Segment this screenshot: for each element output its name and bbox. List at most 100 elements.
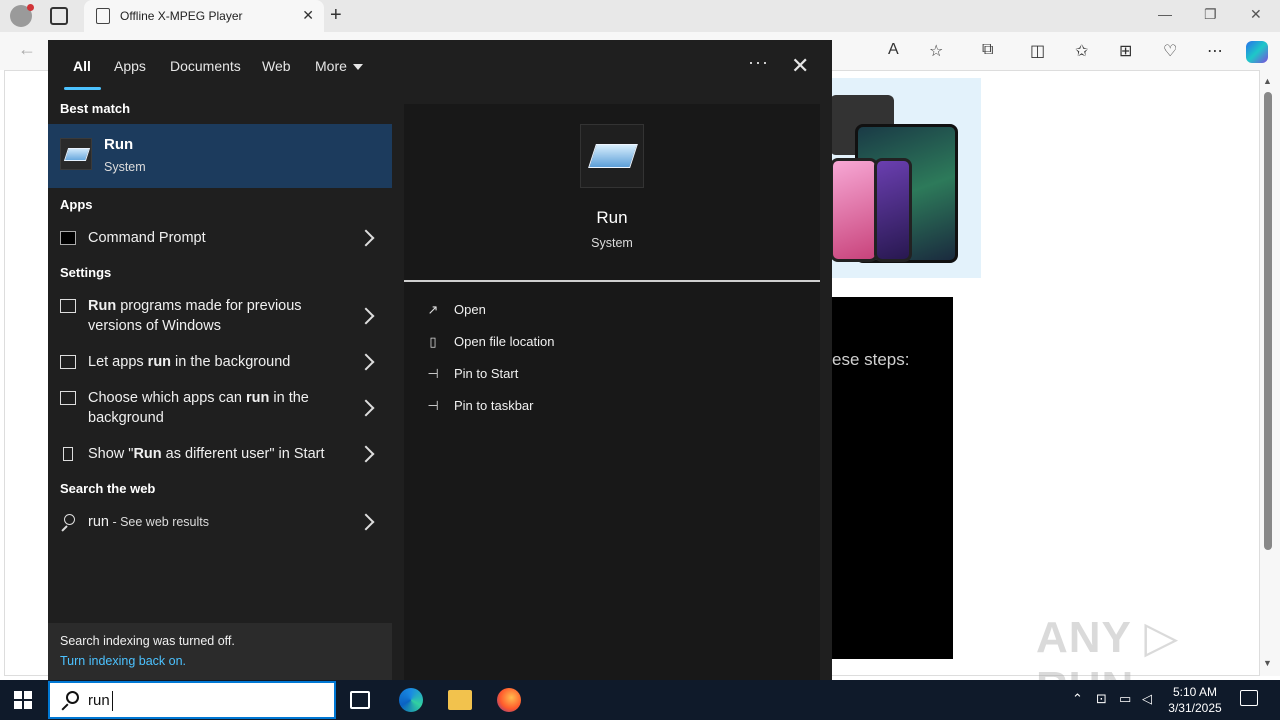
read-aloud-icon[interactable]: A xyxy=(888,41,899,59)
file-location-icon: ▯ xyxy=(429,334,437,349)
chevron-right-icon[interactable] xyxy=(357,445,375,463)
chevron-right-icon[interactable] xyxy=(357,229,375,247)
firefox-icon[interactable] xyxy=(497,688,521,712)
android-phone-image xyxy=(874,158,912,262)
close-tab-icon[interactable]: ✕ xyxy=(302,7,314,24)
chevron-down-icon xyxy=(352,64,363,71)
search-icon xyxy=(60,514,76,532)
apps-heading: Apps xyxy=(60,197,93,212)
command-prompt-icon xyxy=(60,231,76,245)
detail-subtitle: System xyxy=(591,236,633,250)
web-search-result[interactable]: run - See web results xyxy=(48,512,392,532)
turn-indexing-on-link[interactable]: Turn indexing back on. xyxy=(60,654,186,668)
tab-apps[interactable]: Apps xyxy=(114,58,146,74)
active-tab-indicator xyxy=(64,87,101,90)
settings-icon xyxy=(60,355,76,369)
start-search-panel: All Apps Documents Web More ··· ✕ Best m… xyxy=(48,40,832,680)
setting-run-compat[interactable]: Run programs made for previous versions … xyxy=(48,296,392,336)
best-match-subtitle: System xyxy=(104,160,146,174)
tray-chevron-icon[interactable]: ⌃ xyxy=(1072,691,1083,707)
browser-essentials-icon[interactable]: ♡ xyxy=(1163,41,1177,61)
action-open-file-location[interactable]: ▯ Open file location xyxy=(426,334,554,350)
setting-choose-background-apps[interactable]: Choose which apps can run in the backgro… xyxy=(48,388,392,428)
web-result-label: run - See web results xyxy=(88,514,210,530)
detail-divider xyxy=(404,280,820,282)
favorites-icon[interactable]: ✩ xyxy=(1075,41,1088,61)
volume-icon[interactable]: ◁ xyxy=(1142,691,1152,707)
profile-notification-dot xyxy=(27,4,34,11)
best-match-heading: Best match xyxy=(60,101,131,116)
clock-time: 5:10 AM xyxy=(1172,685,1218,699)
page-icon xyxy=(96,8,110,24)
clock-date: 3/31/2025 xyxy=(1168,701,1222,715)
system-clock[interactable]: 5:10 AM 3/31/2025 xyxy=(1168,684,1222,716)
task-view-icon[interactable] xyxy=(350,691,370,709)
app-label: Command Prompt xyxy=(88,230,206,246)
settings-heading: Settings xyxy=(60,265,112,280)
tab-more-label: More xyxy=(315,58,347,74)
tab-title: Offline X-MPEG Player xyxy=(120,9,243,23)
run-app-icon-large xyxy=(580,124,644,188)
notification-icon[interactable] xyxy=(1240,690,1258,706)
browser-tab-bar: Offline X-MPEG Player ✕ + — ❐ ✕ xyxy=(0,0,1280,32)
pin-icon: ⊣ xyxy=(427,366,439,381)
indexing-notice: Search indexing was turned off. Turn ind… xyxy=(48,623,392,680)
setting-label: Run programs made for previous versions … xyxy=(88,298,302,334)
search-input[interactable]: run xyxy=(88,692,110,709)
run-app-icon xyxy=(60,138,92,170)
action-pin-to-taskbar[interactable]: ⊣ Pin to taskbar xyxy=(426,398,533,414)
more-options-icon[interactable]: ⋯ xyxy=(1207,41,1223,61)
file-explorer-icon[interactable] xyxy=(448,690,472,710)
open-icon: ↗ xyxy=(427,302,439,317)
result-detail-pane: Run System ↗ Open ▯ Open file location ⊣ Pi… xyxy=(404,104,820,680)
back-arrow-icon[interactable]: ← xyxy=(18,39,36,60)
text-cursor xyxy=(112,691,113,711)
network-icon[interactable]: ▭ xyxy=(1119,691,1131,707)
best-match-run[interactable]: Run System xyxy=(48,124,392,188)
new-tab-button[interactable]: + xyxy=(330,4,342,27)
copilot-icon[interactable] xyxy=(1246,41,1268,63)
split-screen-icon[interactable]: ◫ xyxy=(1030,41,1045,61)
close-window-button[interactable]: ✕ xyxy=(1250,6,1262,23)
tray-device-icon[interactable]: ⊡ xyxy=(1096,691,1107,707)
taskbar-search-box[interactable]: run xyxy=(48,681,336,719)
setting-run-as-user[interactable]: Show "Run as different user" in Start xyxy=(48,444,392,464)
tab-more[interactable]: More xyxy=(315,58,363,74)
setting-label: Choose which apps can run in the backgro… xyxy=(88,390,309,426)
tab-documents[interactable]: Documents xyxy=(170,58,241,74)
start-button-windows-icon[interactable] xyxy=(14,691,32,709)
tab-actions-icon[interactable] xyxy=(50,7,68,25)
setting-background-apps[interactable]: Let apps run in the background xyxy=(48,352,392,372)
extensions-icon[interactable]: ⧉ xyxy=(982,41,993,59)
search-icon xyxy=(60,691,80,711)
chevron-right-icon[interactable] xyxy=(357,307,375,325)
settings-icon xyxy=(63,447,73,461)
more-menu-icon[interactable]: ··· xyxy=(748,52,769,73)
browser-tab[interactable]: Offline X-MPEG Player ✕ xyxy=(84,0,324,32)
settings-icon xyxy=(60,391,76,405)
tab-all[interactable]: All xyxy=(73,58,91,74)
setting-label: Let apps run in the background xyxy=(88,354,291,370)
chevron-right-icon[interactable] xyxy=(357,353,375,371)
minimize-button[interactable]: — xyxy=(1158,6,1172,22)
taskbar: run ⌃ ⊡ ▭ ◁ 5:10 AM 3/31/2025 xyxy=(0,680,1280,720)
app-command-prompt[interactable]: Command Prompt xyxy=(48,228,392,248)
collections-icon[interactable]: ⊞ xyxy=(1119,41,1132,61)
scrollbar-thumb[interactable] xyxy=(1264,92,1272,550)
edge-icon[interactable] xyxy=(399,688,423,712)
tab-web[interactable]: Web xyxy=(262,58,291,74)
favorite-star-icon[interactable]: ☆ xyxy=(929,41,943,61)
restore-button[interactable]: ❐ xyxy=(1204,6,1217,23)
settings-icon xyxy=(60,299,76,313)
search-web-heading: Search the web xyxy=(60,481,156,496)
scroll-up-icon[interactable]: ▲ xyxy=(1263,76,1272,86)
steps-text: ese steps: xyxy=(832,350,910,369)
close-panel-icon[interactable]: ✕ xyxy=(791,53,809,79)
chevron-right-icon[interactable] xyxy=(357,513,375,531)
action-pin-to-start[interactable]: ⊣ Pin to Start xyxy=(426,366,518,382)
action-open[interactable]: ↗ Open xyxy=(426,302,486,318)
chevron-right-icon[interactable] xyxy=(357,399,375,417)
pin-icon: ⊣ xyxy=(427,398,439,413)
indexing-message: Search indexing was turned off. xyxy=(60,634,235,648)
setting-label: Show "Run as different user" in Start xyxy=(88,446,325,462)
